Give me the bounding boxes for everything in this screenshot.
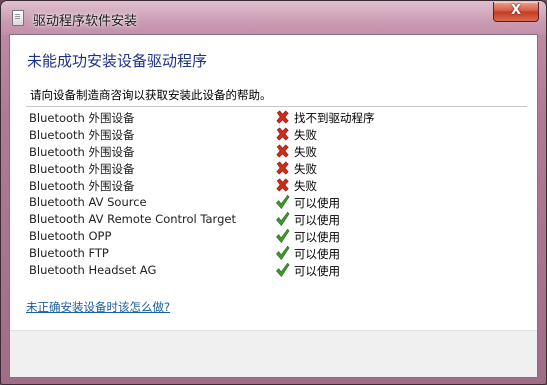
dialog-content: 未能成功安装设备驱动程序 请向设备制造商咨询以获取安装此设备的帮助。 Bluet… — [9, 34, 538, 378]
device-name: Bluetooth 外围设备 — [29, 111, 135, 125]
device-name: Bluetooth AV Source — [29, 195, 147, 209]
device-row: Bluetooth 外围设备 失败 — [29, 126, 509, 143]
device-status: 失败 — [294, 128, 317, 142]
device-row: Bluetooth AV Remote Control Target 可以使用 — [29, 211, 509, 228]
help-link[interactable]: 未正确安装设备时该怎么做? — [26, 299, 170, 315]
check-icon — [276, 194, 290, 210]
main-instruction-title: 未能成功安装设备驱动程序 — [27, 52, 208, 70]
device-status: 失败 — [294, 179, 317, 193]
dialog-window: 驱动程序软件安装 X 未能成功安装设备驱动程序 请向设备制造商咨询以获取安装此设… — [0, 0, 547, 385]
device-name: Bluetooth FTP — [29, 246, 109, 260]
separator — [26, 106, 527, 107]
check-icon — [276, 211, 290, 227]
device-row: Bluetooth 外围设备 失败 — [29, 177, 509, 194]
error-x-icon — [276, 178, 289, 192]
dialog-footer — [10, 330, 537, 377]
window-title: 驱动程序软件安装 — [33, 14, 138, 29]
device-row: Bluetooth Headset AG 可以使用 — [29, 262, 509, 279]
instruction-text: 请向设备制造商咨询以获取安装此设备的帮助。 — [30, 88, 272, 102]
device-status: 可以使用 — [294, 213, 340, 227]
device-row: Bluetooth 外围设备 找不到驱动程序 — [29, 109, 509, 126]
error-x-icon — [276, 127, 289, 141]
device-name: Bluetooth AV Remote Control Target — [29, 212, 236, 226]
device-row: Bluetooth 外围设备 失败 — [29, 160, 509, 177]
device-name: Bluetooth 外围设备 — [29, 162, 135, 176]
device-status: 找不到驱动程序 — [294, 111, 375, 125]
device-status: 失败 — [294, 162, 317, 176]
device-name: Bluetooth Headset AG — [29, 263, 157, 277]
error-x-icon — [276, 144, 289, 158]
check-icon — [276, 245, 290, 261]
device-status: 可以使用 — [294, 264, 340, 278]
device-row: Bluetooth FTP 可以使用 — [29, 245, 509, 262]
device-status: 失败 — [294, 145, 317, 159]
device-row: Bluetooth AV Source 可以使用 — [29, 194, 509, 211]
error-x-icon — [276, 161, 289, 175]
device-status: 可以使用 — [294, 247, 340, 261]
device-name: Bluetooth 外围设备 — [29, 128, 135, 142]
device-row: Bluetooth 外围设备 失败 — [29, 143, 509, 160]
device-name: Bluetooth OPP — [29, 229, 112, 243]
error-x-icon — [276, 110, 289, 124]
close-button[interactable]: X — [493, 2, 539, 22]
device-status-list: Bluetooth 外围设备 找不到驱动程序 Bluetooth 外围设备 失败… — [29, 109, 509, 279]
device-status: 可以使用 — [294, 196, 340, 210]
title-bar[interactable]: 驱动程序软件安装 X — [1, 1, 546, 35]
device-row: Bluetooth OPP 可以使用 — [29, 228, 509, 245]
device-name: Bluetooth 外围设备 — [29, 179, 135, 193]
check-icon — [276, 228, 290, 244]
device-status: 可以使用 — [294, 230, 340, 244]
device-name: Bluetooth 外围设备 — [29, 145, 135, 159]
document-icon — [12, 10, 24, 26]
check-icon — [276, 262, 290, 278]
